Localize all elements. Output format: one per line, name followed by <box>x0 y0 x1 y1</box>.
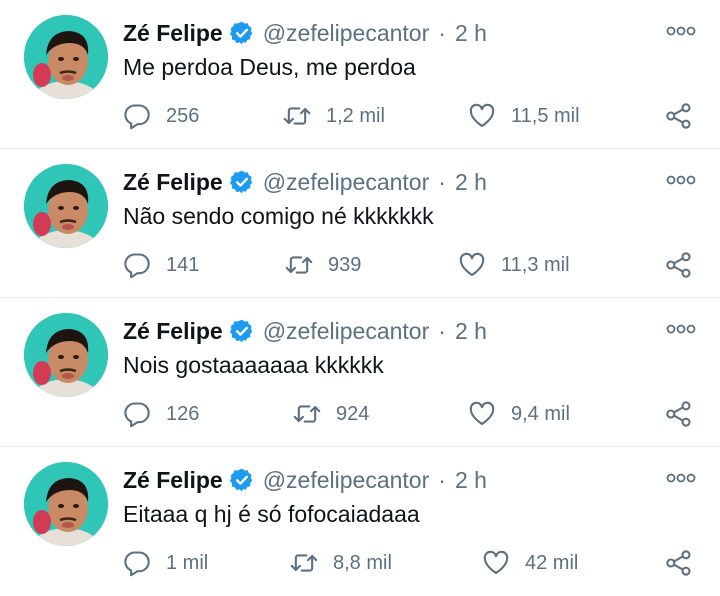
like-button[interactable]: 9,4 mil <box>468 394 570 434</box>
heart-icon <box>469 103 495 127</box>
more-options-icon[interactable] <box>666 322 696 336</box>
display-name[interactable]: Zé Felipe <box>123 467 223 494</box>
reply-icon <box>124 551 150 577</box>
tweet-actions: 141 939 11,3 mil <box>0 245 720 285</box>
display-name[interactable]: Zé Felipe <box>123 318 223 345</box>
reply-icon <box>124 253 150 279</box>
retweet-icon <box>290 554 318 572</box>
share-button[interactable] <box>665 96 693 136</box>
retweet-button[interactable]: 8,8 mil <box>290 543 392 583</box>
retweet-count: 939 <box>328 253 362 276</box>
more-options-icon[interactable] <box>666 24 696 38</box>
tweet-header: Zé Felipe @zefelipecantor · 2 h <box>123 463 487 497</box>
user-handle[interactable]: @zefelipecantor <box>263 169 430 196</box>
retweet-icon <box>283 107 311 125</box>
more-options-icon[interactable] <box>666 471 696 485</box>
tweet-header: Zé Felipe @zefelipecantor · 2 h <box>123 314 487 348</box>
share-button[interactable] <box>665 394 693 434</box>
reply-button[interactable]: 256 <box>123 96 199 136</box>
reply-icon <box>124 402 150 428</box>
separator-dot: · <box>438 466 446 493</box>
verified-badge-icon <box>229 170 252 194</box>
tweet-header: Zé Felipe @zefelipecantor · 2 h <box>123 165 487 199</box>
like-button[interactable]: 11,5 mil <box>468 96 580 136</box>
like-count: 42 mil <box>525 551 579 574</box>
retweet-count: 924 <box>336 402 370 425</box>
tweet-actions: 126 924 9,4 mil <box>0 394 720 434</box>
display-name[interactable]: Zé Felipe <box>123 169 223 196</box>
verified-badge-icon <box>229 319 252 343</box>
reply-count: 141 <box>166 253 200 276</box>
avatar[interactable] <box>24 164 108 248</box>
share-icon <box>666 401 691 427</box>
like-count: 9,4 mil <box>511 402 570 425</box>
like-count: 11,5 mil <box>511 104 580 127</box>
separator-dot: · <box>438 19 446 46</box>
heart-icon <box>483 550 509 574</box>
reply-count: 256 <box>166 104 200 127</box>
reply-count: 126 <box>166 402 200 425</box>
tweet[interactable]: Zé Felipe @zefelipecantor · 2 h Não send… <box>0 149 720 298</box>
avatar[interactable] <box>24 462 108 546</box>
user-handle[interactable]: @zefelipecantor <box>263 318 430 345</box>
retweet-count: 1,2 mil <box>326 104 385 127</box>
share-icon <box>666 103 691 129</box>
reply-button[interactable]: 126 <box>123 394 199 434</box>
share-icon <box>666 550 691 576</box>
share-button[interactable] <box>665 245 693 285</box>
like-button[interactable]: 11,3 mil <box>458 245 570 285</box>
timestamp[interactable]: 2 h <box>455 467 487 494</box>
retweet-button[interactable]: 939 <box>285 245 361 285</box>
reply-count: 1 mil <box>166 551 209 574</box>
timestamp[interactable]: 2 h <box>455 169 487 196</box>
verified-badge-icon <box>229 468 252 492</box>
timestamp[interactable]: 2 h <box>455 318 487 345</box>
tweet[interactable]: Zé Felipe @zefelipecantor · 2 h Nois gos… <box>0 298 720 447</box>
tweet-text: Eitaaa q hj é só fofocaiadaaa <box>123 501 420 527</box>
like-button[interactable]: 42 mil <box>482 543 578 583</box>
tweet-actions: 1 mil 8,8 mil 42 mil <box>0 543 720 583</box>
tweet-header: Zé Felipe @zefelipecantor · 2 h <box>123 16 487 50</box>
timestamp[interactable]: 2 h <box>455 20 487 47</box>
reply-icon <box>124 104 150 130</box>
separator-dot: · <box>438 168 446 195</box>
tweet-text: Me perdoa Deus, me perdoa <box>123 54 416 80</box>
reply-button[interactable]: 1 mil <box>123 543 208 583</box>
user-handle[interactable]: @zefelipecantor <box>263 20 430 47</box>
retweet-button[interactable]: 1,2 mil <box>283 96 385 136</box>
avatar[interactable] <box>24 15 108 99</box>
like-count: 11,3 mil <box>501 253 570 276</box>
retweet-icon <box>293 405 321 423</box>
avatar[interactable] <box>24 313 108 397</box>
reply-button[interactable]: 141 <box>123 245 199 285</box>
retweet-icon <box>285 256 313 274</box>
tweet-text: Nois gostaaaaaaa kkkkkk <box>123 352 384 378</box>
share-button[interactable] <box>665 543 693 583</box>
tweet-text: Não sendo comigo né kkkkkkk <box>123 203 434 229</box>
retweet-count: 8,8 mil <box>333 551 392 574</box>
display-name[interactable]: Zé Felipe <box>123 20 223 47</box>
verified-badge-icon <box>229 21 252 45</box>
share-icon <box>666 252 691 278</box>
heart-icon <box>459 252 485 276</box>
tweet-feed: Zé Felipe @zefelipecantor · 2 h Me perdo… <box>0 0 720 594</box>
user-handle[interactable]: @zefelipecantor <box>263 467 430 494</box>
separator-dot: · <box>438 317 446 344</box>
retweet-button[interactable]: 924 <box>293 394 369 434</box>
tweet-actions: 256 1,2 mil 11,5 mil <box>0 96 720 136</box>
tweet[interactable]: Zé Felipe @zefelipecantor · 2 h Me perdo… <box>0 0 720 149</box>
heart-icon <box>469 401 495 425</box>
more-options-icon[interactable] <box>666 173 696 187</box>
tweet[interactable]: Zé Felipe @zefelipecantor · 2 h Eitaaa q… <box>0 447 720 596</box>
